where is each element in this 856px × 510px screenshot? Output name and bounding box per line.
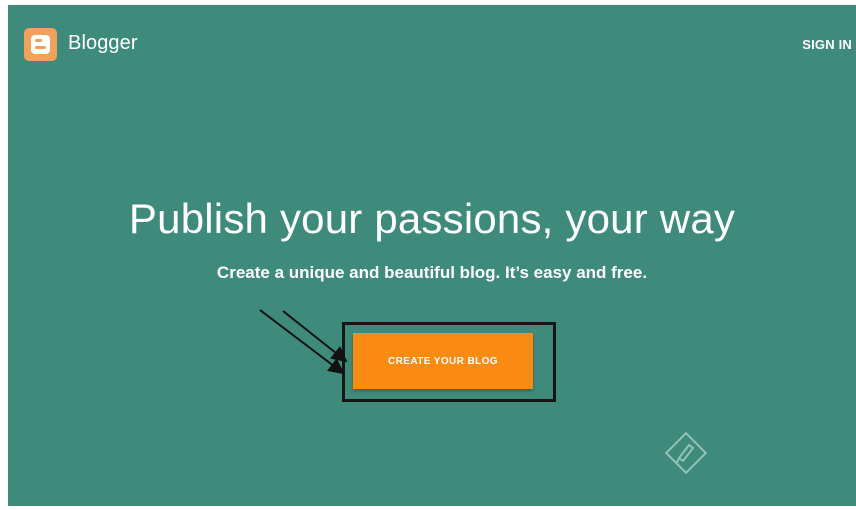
hero-subtitle: Create a unique and beautiful blog. It’s… xyxy=(216,263,648,282)
brand-name[interactable]: Blogger xyxy=(68,32,138,55)
create-blog-button[interactable]: CREATE YOUR BLOG xyxy=(353,333,533,389)
page: Blogger SIGN IN Publish your passions, y… xyxy=(0,0,856,510)
annotation-arrows-icon xyxy=(259,309,348,375)
hero-section: Blogger SIGN IN Publish your passions, y… xyxy=(8,5,856,506)
page-title: Publish your passions, your way xyxy=(128,195,736,242)
blogger-logo-icon[interactable] xyxy=(24,28,57,61)
sign-in-link[interactable]: SIGN IN xyxy=(802,37,852,52)
blogger-logo-icon xyxy=(31,35,50,54)
pencil-icon xyxy=(664,431,708,475)
